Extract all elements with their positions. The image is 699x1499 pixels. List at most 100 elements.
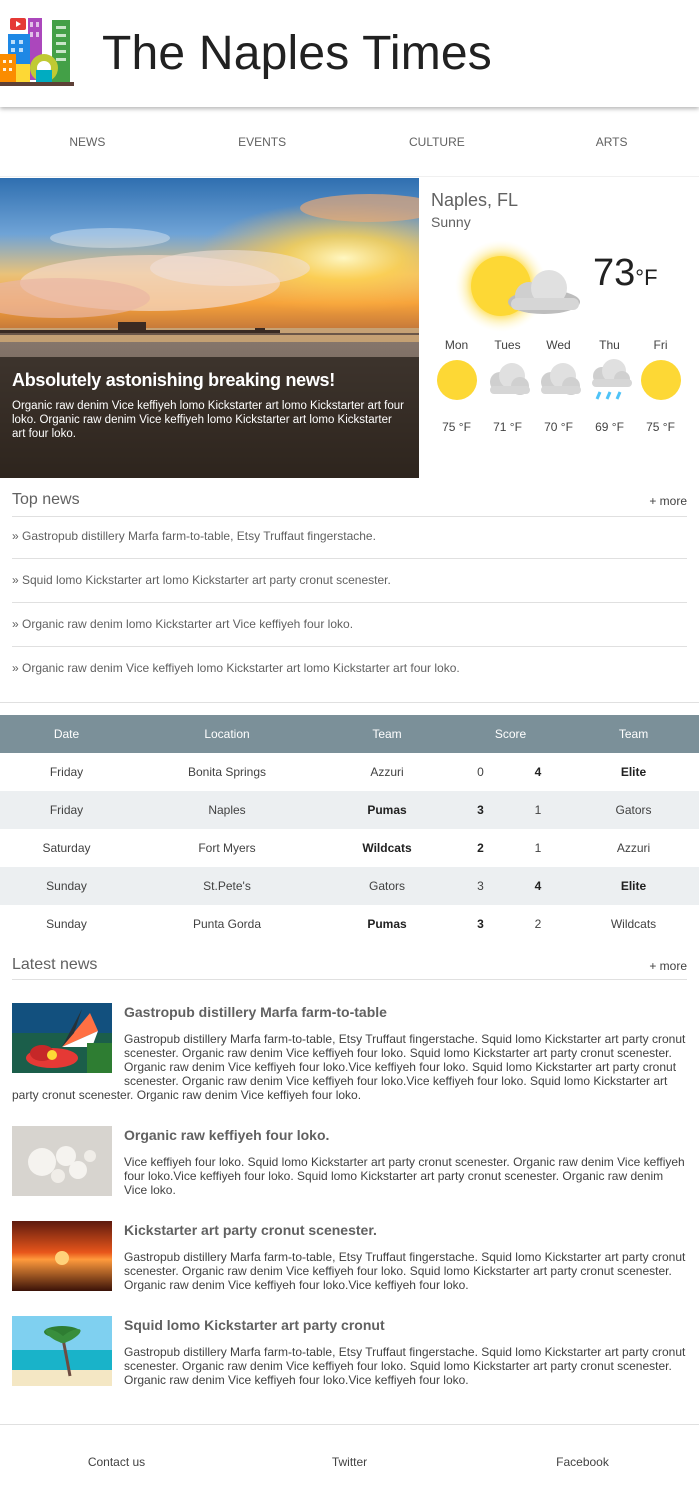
site-header: The Naples Times (0, 0, 699, 107)
cell-date: Friday (49, 765, 84, 779)
scores-header-row: Date Location Team Score Team (0, 715, 699, 753)
site-title[interactable]: The Naples Times (102, 24, 492, 84)
cell-score-away: 4 (534, 765, 542, 779)
cell-team-away: Wildcats (610, 917, 657, 931)
sand-dollars-thumbnail[interactable] (12, 1126, 112, 1196)
scores-table: Date Location Team Score Team Friday Bon… (0, 715, 699, 943)
cell-score-away: 1 (534, 841, 542, 855)
cell-score-home: 0 (477, 765, 484, 779)
col-header-team: Team (568, 715, 699, 753)
news-title[interactable]: Squid lomo Kickstarter art party cronut (12, 1316, 688, 1334)
cell-date: Sunday (46, 917, 87, 931)
forecast-day-temp: 69 °F (595, 420, 624, 434)
news-summary: Gastropub distillery Marfa farm-to-table… (124, 1250, 686, 1292)
table-row: Friday Naples Pumas 3 1 Gators (0, 791, 699, 829)
col-header-date: Date (0, 715, 133, 753)
cell-team-away: Azzuri (616, 841, 651, 855)
cell-score-away: 4 (508, 867, 569, 905)
forecast-day-mon: Mon 75 °F (431, 338, 482, 434)
cell-location: St.Pete's (133, 867, 321, 905)
latest-news-more-link[interactable]: + more (649, 959, 687, 973)
weather-current-temp: 73°F (593, 252, 658, 294)
table-row: Sunday Punta Gorda Pumas 3 2 Wildcats (0, 905, 699, 943)
list-item[interactable]: Organic raw keffiyeh four loko. Vice kef… (12, 1126, 688, 1221)
cell-team-away: Elite (620, 765, 647, 779)
news-summary: Gastropub distillery Marfa farm-to-table… (124, 1345, 686, 1387)
hero-breaking-news[interactable]: Absolutely astonishing breaking news! Or… (0, 178, 419, 478)
cloud-icon (489, 363, 530, 395)
cell-score-home: 3 (453, 867, 508, 905)
news-title[interactable]: Kickstarter art party cronut scenester. (12, 1221, 688, 1239)
forecast-day-temp: 75 °F (442, 420, 471, 434)
news-title[interactable]: Gastropub distillery Marfa farm-to-table (12, 1003, 688, 1021)
sun-icon (640, 360, 681, 400)
cell-location: Bonita Springs (187, 765, 267, 779)
contact-us-link[interactable]: Contact us (0, 1425, 233, 1499)
weather-forecast: Mon 75 °F Tues 71 °F Wed 70 °F Thu 69 °F… (431, 338, 693, 434)
cell-team-home: Azzuri (370, 765, 404, 779)
nav-item-arts[interactable]: ARTS (524, 107, 699, 176)
rain-icon (591, 359, 632, 400)
top-news-item[interactable]: » Gastropub distillery Marfa farm-to-tab… (12, 515, 687, 559)
col-header-team: Team (321, 715, 453, 753)
cell-date: Saturday (42, 841, 91, 855)
hero-summary: Organic raw denim Vice keffiyeh lomo Kic… (12, 400, 404, 440)
nav-item-events[interactable]: EVENTS (175, 107, 350, 176)
weather-city: Naples, FL (431, 190, 519, 210)
main-nav: NEWS EVENTS CULTURE ARTS (0, 107, 699, 177)
latest-news-header: Latest news + more (12, 956, 687, 980)
cell-location: Punta Gorda (192, 917, 262, 931)
cell-team-home: Pumas (321, 791, 453, 829)
list-item[interactable]: Squid lomo Kickstarter art party cronut … (12, 1316, 688, 1411)
cell-score-home: 3 (453, 791, 508, 829)
cell-location: Fort Myers (198, 841, 256, 855)
top-news-header: Top news + more (12, 491, 687, 517)
table-row: Saturday Fort Myers Wildcats 2 1 Azzuri (0, 829, 699, 867)
top-news-item[interactable]: » Organic raw denim lomo Kickstarter art… (12, 603, 687, 647)
table-row: Sunday St.Pete's Gators 3 4 Elite (0, 867, 699, 905)
cell-team-away: Elite (568, 867, 699, 905)
forecast-day-name: Mon (444, 338, 469, 352)
cell-location: Naples (133, 791, 321, 829)
sun-behind-cloud-icon (449, 238, 584, 338)
nav-item-news[interactable]: NEWS (0, 107, 175, 176)
cell-score-away: 2 (534, 917, 542, 931)
cell-date: Sunday (0, 867, 133, 905)
list-item[interactable]: Gastropub distillery Marfa farm-to-table… (12, 1003, 688, 1126)
weather-widget: Naples, FL Sunny 73°F Mon 75 °F Tues 71 … (419, 178, 699, 478)
palm-beach-thumbnail[interactable] (12, 1316, 112, 1386)
col-header-location: Location (133, 715, 321, 753)
forecast-day-temp: 71 °F (493, 420, 522, 434)
latest-news-title: Latest news (12, 956, 98, 973)
sun-icon (436, 360, 477, 400)
weather-condition: Sunny (431, 214, 471, 230)
hero-headline[interactable]: Absolutely astonishing breaking news! (12, 369, 407, 391)
cell-team-home: Wildcats (362, 841, 412, 855)
hero-caption: Absolutely astonishing breaking news! Or… (0, 357, 419, 478)
nav-item-culture[interactable]: CULTURE (350, 107, 525, 176)
top-news-more-link[interactable]: + more (649, 494, 687, 508)
city-buildings-logo-icon[interactable] (0, 14, 74, 86)
forecast-day-name: Wed (546, 338, 571, 352)
top-news-item[interactable]: » Squid lomo Kickstarter art lomo Kickst… (12, 559, 687, 603)
top-news-item[interactable]: » Organic raw denim Vice keffiyeh lomo K… (12, 647, 687, 691)
sunset-sea-thumbnail[interactable] (12, 1221, 112, 1291)
news-title[interactable]: Organic raw keffiyeh four loko. (12, 1126, 688, 1144)
top-news-title: Top news (12, 491, 80, 508)
forecast-day-temp: 70 °F (544, 420, 573, 434)
col-header-score: Score (453, 715, 569, 753)
section-divider (0, 702, 699, 703)
cell-team-home: Pumas (367, 917, 407, 931)
list-item[interactable]: Kickstarter art party cronut scenester. … (12, 1221, 688, 1316)
twitter-link[interactable]: Twitter (233, 1425, 466, 1499)
forecast-day-name: Tues (494, 338, 521, 352)
butterfly-thumbnail[interactable] (12, 1003, 112, 1073)
forecast-day-temp: 75 °F (646, 420, 675, 434)
cell-team-home: Gators (321, 867, 453, 905)
table-row: Friday Bonita Springs Azzuri 0 4 Elite (0, 753, 699, 791)
site-footer: Contact us Twitter Facebook (0, 1425, 699, 1499)
facebook-link[interactable]: Facebook (466, 1425, 699, 1499)
forecast-day-fri: Fri 75 °F (635, 338, 686, 434)
cell-score-home: 2 (477, 841, 484, 855)
latest-news-list: Gastropub distillery Marfa farm-to-table… (12, 1003, 688, 1411)
